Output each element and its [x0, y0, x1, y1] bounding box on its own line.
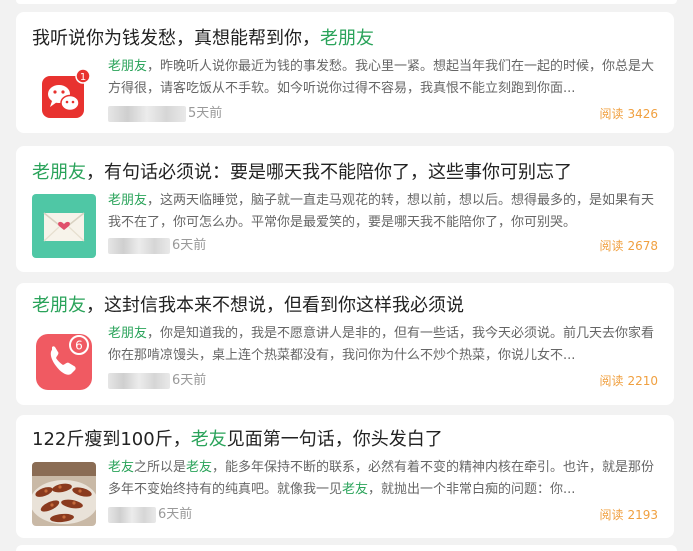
- author-blurred: [108, 373, 170, 389]
- read-count: 阅读 2678: [599, 239, 658, 253]
- publish-time: 6天前: [172, 238, 207, 253]
- author-blurred: [108, 238, 170, 254]
- article-snippet: 老朋友，你是知道我的，我是不愿意讲人是非的，但有一些话，我今天必须说。前几天去你…: [108, 326, 655, 363]
- notification-badge: 1: [80, 72, 86, 83]
- article-thumbnail[interactable]: [32, 462, 96, 526]
- article-thumbnail[interactable]: [32, 194, 96, 258]
- previous-card-edge: [16, 0, 677, 4]
- article-snippet: 老朋友，这两天临睡觉，脑子就一直走马观花的转，想以前，想以后。想得最多的，是如果…: [108, 193, 655, 230]
- publish-time: 6天前: [158, 507, 193, 522]
- phone-icon: 6: [32, 328, 96, 392]
- publish-time: 5天前: [188, 106, 223, 121]
- article-card[interactable]: 我听说你为钱发愁，真想能帮到你，老朋友 1 老朋友，昨晚听人说你最近为钱的事发愁…: [16, 12, 674, 133]
- article-snippet: 老朋友，昨晚听人说你最近为钱的事发愁。我心里一紧。想起当年我们在一起的时候，你总…: [108, 59, 655, 96]
- article-meta: 6天前 阅读 2210: [108, 371, 658, 391]
- notification-badge: 6: [75, 339, 83, 353]
- article-title[interactable]: 我听说你为钱发愁，真想能帮到你，老朋友: [32, 26, 658, 52]
- article-meta: 6天前 阅读 2678: [108, 236, 658, 256]
- read-count: 阅读 2210: [599, 374, 658, 388]
- read-count: 阅读 3426: [599, 107, 658, 121]
- chat-icon: 1: [32, 62, 96, 126]
- article-snippet: 老友之所以是老友，能多年保持不断的联系，必然有着不变的精神内核在牵引。也许，就是…: [108, 460, 655, 497]
- article-card[interactable]: 老朋友，有句话必须说：要是哪天我不能陪你了，这些事你可别忘了 老朋友，这两天临睡…: [16, 146, 674, 272]
- read-count: 阅读 2193: [599, 508, 658, 522]
- article-card[interactable]: 122斤瘦到100斤，老友见面第一句话，你头发白了 老友之所以是老友，能多年保持…: [16, 415, 674, 538]
- author-blurred: [108, 507, 156, 523]
- food-photo: [32, 462, 96, 526]
- title-highlight: 老朋友: [32, 295, 86, 316]
- title-text: 我听说你为钱发愁，真想能帮到你，: [32, 28, 320, 49]
- article-title[interactable]: 老朋友，有句话必须说：要是哪天我不能陪你了，这些事你可别忘了: [32, 160, 658, 186]
- article-thumbnail[interactable]: 1: [32, 62, 96, 126]
- envelope-icon: [32, 194, 96, 258]
- article-title[interactable]: 老朋友，这封信我本来不想说，但看到你这样我必须说: [32, 293, 658, 319]
- publish-time: 6天前: [172, 373, 207, 388]
- title-highlight: 老友: [190, 429, 227, 450]
- next-card-edge: [16, 545, 677, 551]
- article-meta: 6天前 阅读 2193: [108, 505, 658, 525]
- title-highlight: 老朋友: [32, 162, 86, 183]
- author-blurred: [108, 106, 186, 122]
- article-thumbnail[interactable]: 6: [32, 328, 96, 392]
- title-highlight: 老朋友: [320, 28, 374, 49]
- article-meta: 5天前 阅读 3426: [108, 104, 658, 124]
- article-title[interactable]: 122斤瘦到100斤，老友见面第一句话，你头发白了: [32, 427, 658, 453]
- article-card[interactable]: 老朋友，这封信我本来不想说，但看到你这样我必须说 6 老朋友，你是知道我的，我是…: [16, 283, 674, 405]
